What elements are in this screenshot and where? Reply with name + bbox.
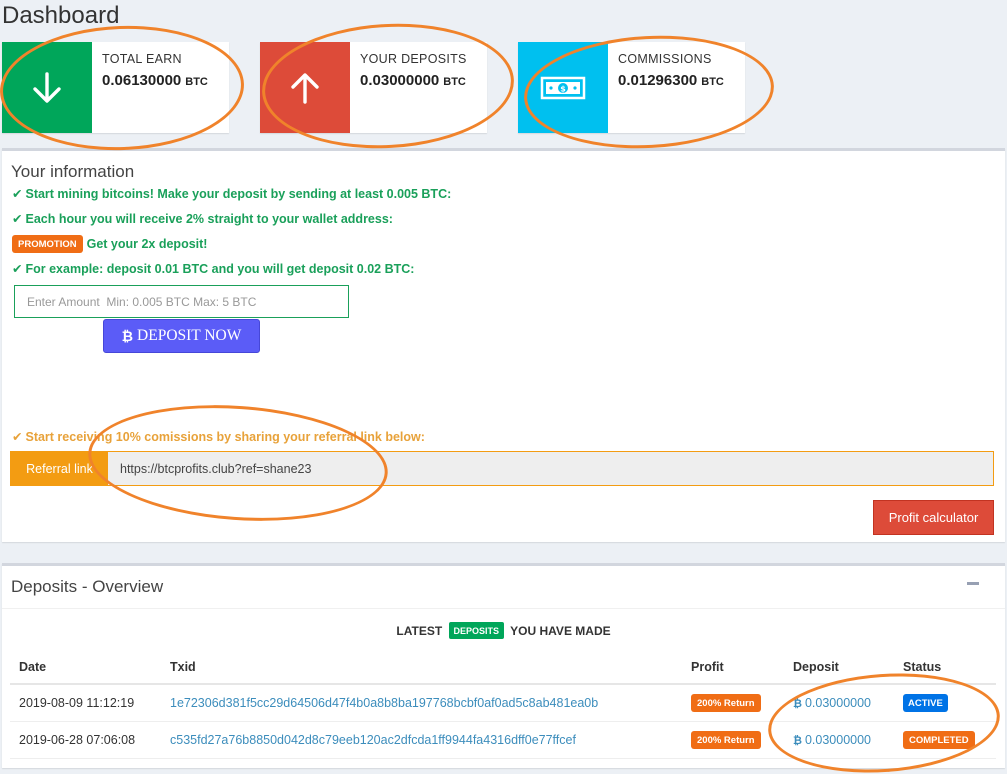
deposit-now-button[interactable]: ₿ DEPOSIT NOW: [103, 319, 260, 353]
row-deposit: ₿ 0.03000000: [784, 684, 894, 722]
profit-badge: 200% Return: [691, 693, 761, 712]
panel-divider: [2, 608, 1005, 609]
bitcoin-icon: ₿: [793, 733, 802, 747]
promo-line: PROMOTION Get your 2x deposit!: [12, 235, 207, 253]
stat-unit: BTC: [701, 76, 724, 88]
deposit-amount: 0.03000000: [804, 695, 872, 710]
bitcoin-icon: ₿: [121, 328, 134, 345]
table-row: 2019-06-28 07:06:08 c535fd27a76b8850d042…: [10, 721, 996, 759]
deposit-now-label: DEPOSIT NOW: [137, 327, 242, 344]
profit-calculator-button[interactable]: Profit calculator: [873, 500, 994, 535]
promo-text: Get your 2x deposit!: [86, 237, 208, 251]
info-line-2: ✔ Each hour you will receive 2% straight …: [12, 211, 393, 226]
row-txid-link[interactable]: 1e72306d381f5cc29d64506d47f4b0a8b8ba1977…: [161, 684, 682, 722]
referral-link-group: Referral link: [10, 451, 994, 486]
check-icon: ✔: [12, 430, 23, 444]
stat-unit: BTC: [185, 76, 208, 88]
info-line-text: Each hour you will receive 2% straight t…: [25, 212, 393, 226]
referral-note: ✔ Start receiving 10% comissions by shari…: [12, 429, 425, 444]
amount-input[interactable]: [14, 285, 349, 318]
check-icon: ✔: [12, 262, 23, 276]
stat-label: YOUR DEPOSITS: [360, 52, 467, 66]
row-date: 2019-08-09 11:12:19: [10, 684, 161, 722]
info-line-1: ✔ Start mining bitcoins! Make your deposi…: [12, 186, 451, 201]
latest-suffix: YOU HAVE MADE: [510, 624, 611, 638]
column-header-status: Status: [894, 650, 996, 685]
stat-commissions: $ COMMISSIONS 0.01296300 BTC: [518, 42, 745, 133]
info-panel: Your information ✔ Start mining bitcoins!…: [2, 148, 1005, 542]
column-header-deposit: Deposit: [784, 650, 894, 685]
svg-text:$: $: [560, 84, 566, 93]
table-header-row: Date Txid Profit Deposit Status: [10, 650, 996, 685]
latest-prefix: LATEST: [396, 624, 443, 638]
row-txid-link[interactable]: c535fd27a76b8850d042d8c79eeb120ac2dfcda1…: [161, 721, 682, 759]
stat-value: 0.06130000: [102, 72, 182, 89]
check-icon: ✔: [12, 212, 23, 226]
stat-total-earn: TOTAL EARN 0.06130000 BTC: [2, 42, 229, 133]
check-icon: ✔: [12, 187, 23, 201]
info-line-3: ✔ For example: deposit 0.01 BTC and you w…: [12, 261, 414, 276]
column-header-date: Date: [10, 650, 161, 685]
deposits-panel: Deposits - Overview LATEST DEPOSITS YOU …: [2, 563, 1005, 768]
column-header-profit: Profit: [682, 650, 784, 685]
status-badge: COMPLETED: [903, 730, 975, 749]
info-line-text: Start mining bitcoins! Make your deposit…: [25, 187, 452, 201]
latest-deposits-heading: LATEST DEPOSITS YOU HAVE MADE: [2, 622, 1005, 639]
money-bill-icon: $: [518, 42, 608, 133]
table-row: 2019-08-09 11:12:19 1e72306d381f5cc29d64…: [10, 684, 996, 722]
row-profit: 200% Return: [682, 684, 784, 722]
row-status: ACTIVE: [894, 684, 996, 722]
deposits-panel-title: Deposits - Overview: [11, 577, 164, 596]
row-deposit: ₿ 0.03000000: [784, 721, 894, 759]
stat-your-deposits: YOUR DEPOSITS 0.03000000 BTC: [260, 42, 487, 133]
promotion-badge: PROMOTION: [12, 235, 83, 253]
page-title: Dashboard: [2, 2, 120, 29]
collapse-icon[interactable]: [967, 582, 979, 585]
stat-value: 0.03000000: [360, 72, 440, 89]
deposits-badge: DEPOSITS: [448, 622, 505, 639]
referral-link-input[interactable]: [108, 452, 993, 485]
info-line-text: For example: deposit 0.01 BTC and you wi…: [25, 262, 415, 276]
stat-label: TOTAL EARN: [102, 52, 182, 66]
profit-badge: 200% Return: [691, 730, 761, 749]
stat-unit: BTC: [443, 76, 466, 88]
column-header-txid: Txid: [161, 650, 682, 685]
status-badge: ACTIVE: [903, 693, 948, 712]
bitcoin-icon: ₿: [793, 696, 802, 710]
row-date: 2019-06-28 07:06:08: [10, 721, 161, 759]
referral-link-label: Referral link: [11, 452, 108, 485]
arrow-down-icon: [2, 42, 92, 133]
row-profit: 200% Return: [682, 721, 784, 759]
stat-value: 0.01296300: [618, 72, 698, 89]
row-status: COMPLETED: [894, 721, 996, 759]
info-panel-title: Your information: [11, 162, 135, 181]
referral-note-text: Start receiving 10% comissions by sharin…: [25, 430, 425, 444]
stat-label: COMMISSIONS: [618, 52, 712, 66]
deposits-table: Date Txid Profit Deposit Status 2019-08-…: [10, 650, 996, 759]
arrow-up-icon: [260, 42, 350, 133]
deposit-amount: 0.03000000: [804, 732, 872, 747]
